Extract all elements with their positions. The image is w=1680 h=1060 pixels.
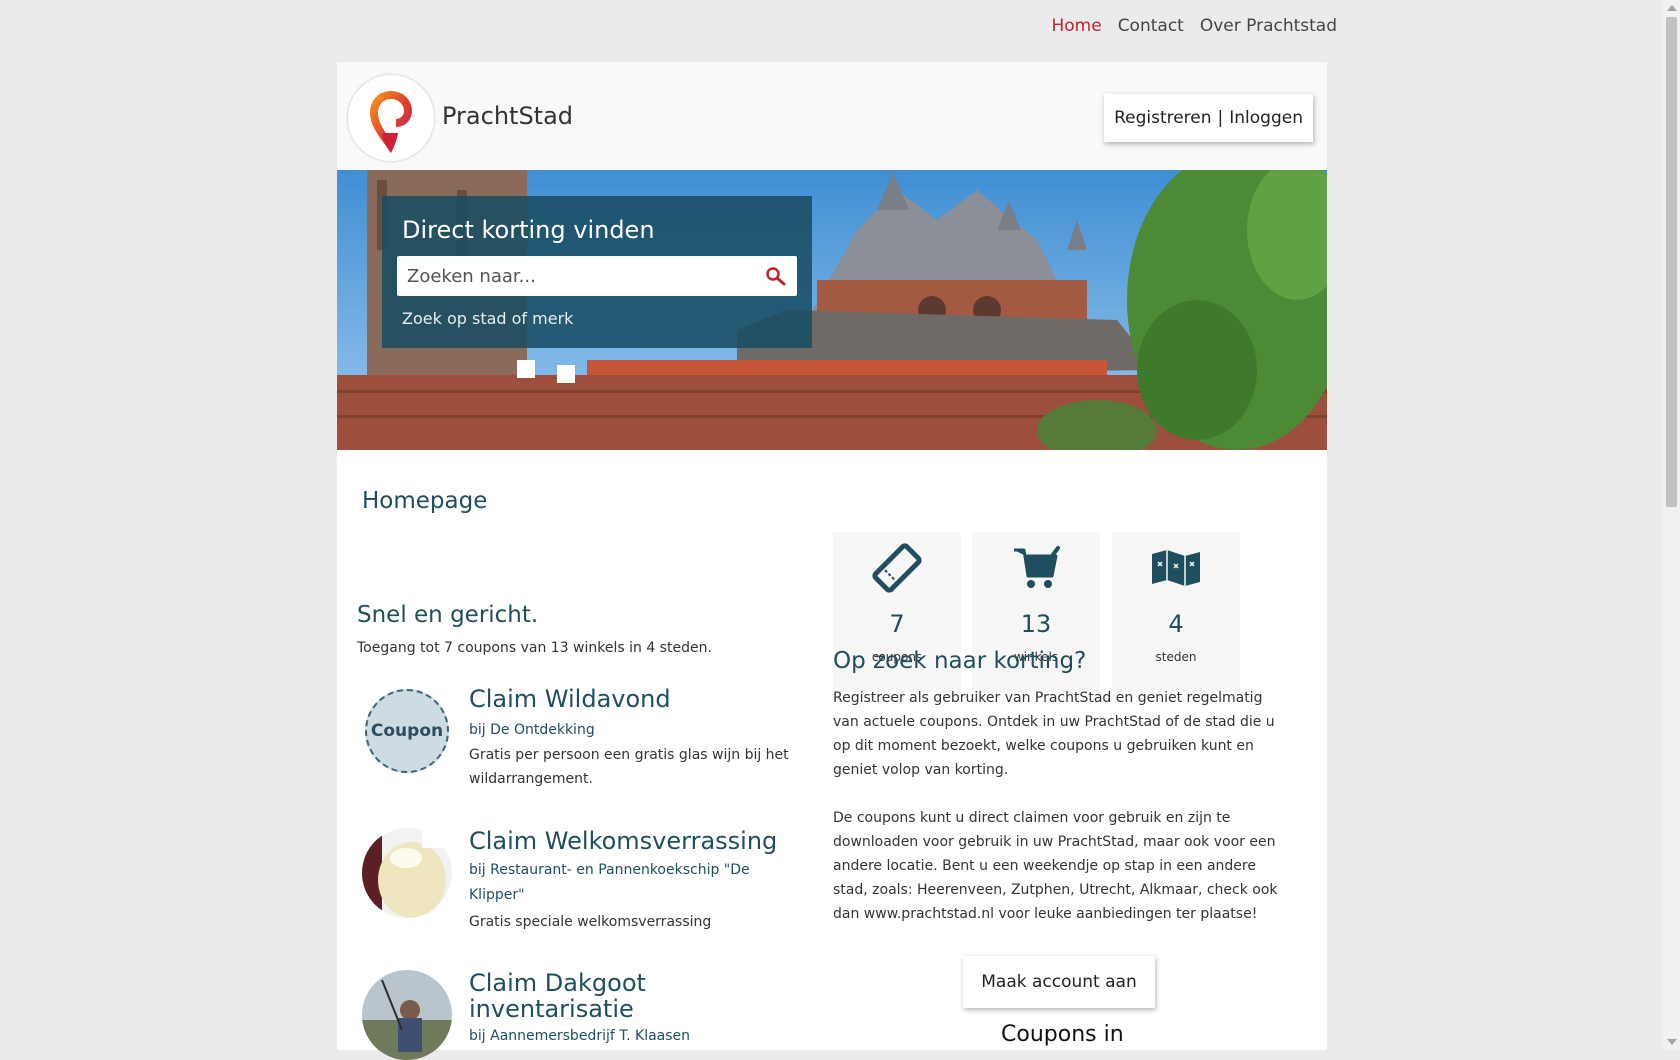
page-scrollbar[interactable] <box>1663 0 1680 1050</box>
auth-separator: | <box>1217 108 1224 128</box>
prachtstad-logo[interactable] <box>347 74 435 162</box>
coupon-description: Gratis per persoon een gratis glas wijn … <box>469 747 789 787</box>
page-container: PrachtStad Registreren | Inloggen Direct… <box>337 62 1327 1060</box>
coupon-shop[interactable]: bij Restaurant- en Pannenkoekschip "De K… <box>469 858 799 908</box>
coupon-title[interactable]: Claim Dakgoot inventarisatie <box>469 970 799 1022</box>
register-link[interactable]: Registreren <box>1114 108 1211 128</box>
site-name[interactable]: PrachtStad <box>442 102 573 130</box>
coupon-shop[interactable]: bij Aannemersbedrijf T. Klaasen <box>469 1024 690 1049</box>
shopping-cart-icon <box>1014 546 1060 588</box>
ticket-icon <box>872 543 922 593</box>
stat-label: steden <box>1155 650 1197 664</box>
nav-contact-link[interactable]: Contact <box>1118 16 1184 36</box>
coupon-description: Gratis speciale welkomsverrassing <box>469 914 712 930</box>
worker-photo <box>362 970 452 1060</box>
page-title: Homepage <box>362 488 488 514</box>
discount-heading: Op zoek naar korting? <box>833 648 1087 674</box>
search-title: Direct korting vinden <box>402 216 655 244</box>
top-nav: Home Contact Over Prachtstad <box>1051 16 1337 36</box>
intro-heading: Snel en gericht. <box>357 602 539 628</box>
coupons-in-heading: Coupons in <box>1001 1022 1124 1047</box>
coupon-thumbnail[interactable] <box>362 970 452 1060</box>
coupon-thumbnail[interactable] <box>362 828 452 918</box>
scrollbar-thumb[interactable] <box>1666 17 1677 507</box>
scroll-up-arrow-icon[interactable] <box>1667 5 1677 11</box>
login-link[interactable]: Inloggen <box>1229 108 1303 128</box>
wine-glass-photo <box>362 828 452 918</box>
stat-value: 4 <box>1168 610 1184 638</box>
intro-text: Toegang tot 7 coupons van 13 winkels in … <box>357 640 712 656</box>
create-account-button[interactable]: Maak account aan <box>963 956 1155 1008</box>
coupon-title[interactable]: Claim Wildavond <box>469 686 799 712</box>
hero-banner: Direct korting vinden Zoek op stad of me… <box>337 170 1327 450</box>
stat-value: 13 <box>1020 610 1052 638</box>
nav-about-link[interactable]: Over Prachtstad <box>1200 16 1337 36</box>
search-field <box>397 256 797 296</box>
stat-value: 7 <box>889 610 905 638</box>
coupon-shop[interactable]: bij De Ontdekking <box>469 718 595 743</box>
nav-home-link[interactable]: Home <box>1051 16 1101 36</box>
search-panel: Direct korting vinden Zoek op stad of me… <box>382 196 812 348</box>
coupon-thumbnail[interactable]: Coupon <box>362 686 452 776</box>
coupon-badge: Coupon <box>365 689 449 773</box>
search-icon[interactable] <box>765 266 787 288</box>
auth-box: Registreren | Inloggen <box>1104 94 1313 142</box>
search-input[interactable] <box>397 256 757 296</box>
stat-cities: 4 steden <box>1112 532 1240 692</box>
coupon-title[interactable]: Claim Welkomsverrassing <box>469 828 799 854</box>
map-icon <box>1152 550 1200 586</box>
location-pin-logo-icon <box>370 91 412 153</box>
discount-paragraph-1: Registreer als gebruiker van PrachtStad … <box>833 690 1275 778</box>
search-hint: Zoek op stad of merk <box>402 309 574 328</box>
discount-paragraph-2: De coupons kunt u direct claimen voor ge… <box>833 810 1278 922</box>
scroll-down-arrow-icon[interactable] <box>1667 1039 1677 1045</box>
site-header: PrachtStad Registreren | Inloggen <box>337 62 1327 170</box>
